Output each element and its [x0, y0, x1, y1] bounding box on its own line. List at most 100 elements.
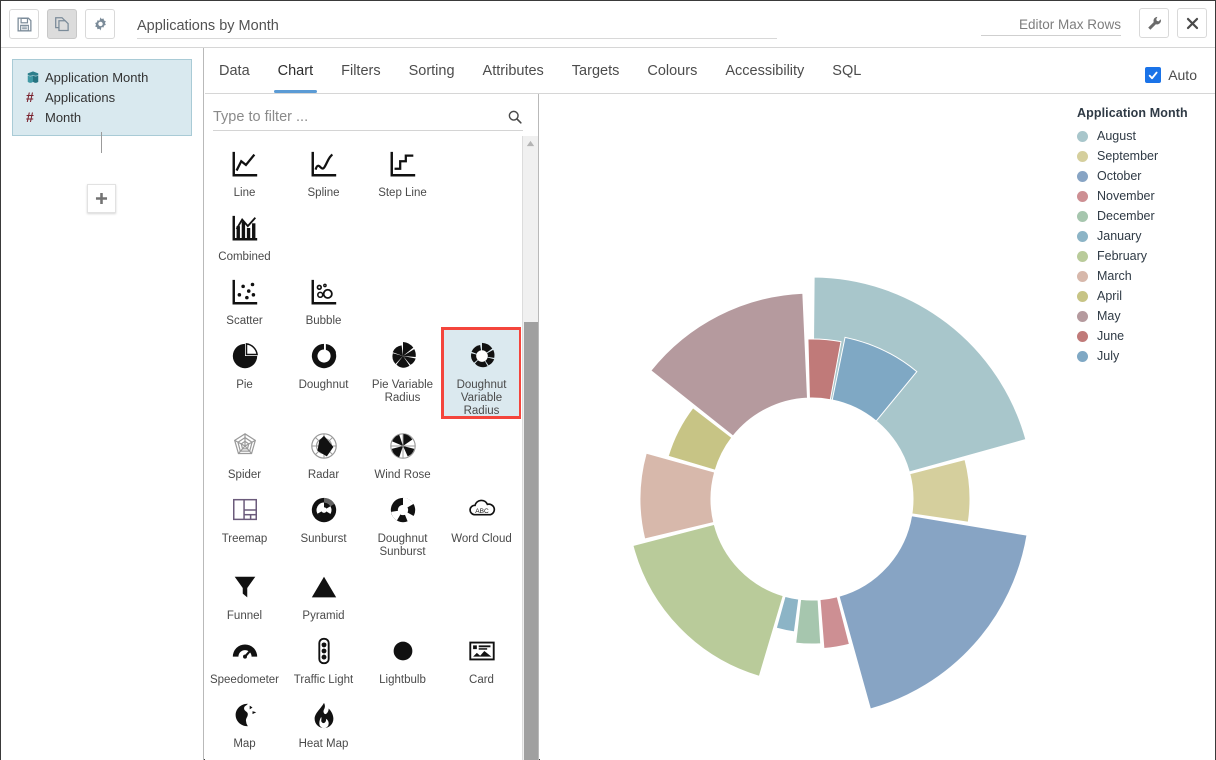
report-title-field[interactable]: Applications by Month [137, 9, 777, 39]
chart-type-pyramid[interactable]: Pyramid [284, 559, 363, 623]
settings-button[interactable] [85, 9, 115, 39]
scrollbar-thumb[interactable] [524, 322, 538, 760]
chart-type-label: Treemap [221, 533, 268, 545]
funnel-icon [230, 569, 260, 605]
tab-chart[interactable]: Chart [264, 48, 327, 93]
step-line-chart-icon [388, 146, 418, 182]
tab-data[interactable]: Data [205, 48, 264, 93]
auto-checkbox[interactable]: Auto [1145, 67, 1197, 83]
tab-colours[interactable]: Colours [633, 48, 711, 93]
chart-type-doughnut[interactable]: Doughnut [284, 328, 363, 418]
tab-accessibility[interactable]: Accessibility [711, 48, 818, 93]
legend-item-december[interactable]: December [1077, 206, 1209, 226]
chart-type-step-line[interactable]: Step Line [363, 136, 442, 200]
editor-max-rows-input[interactable]: Editor Max Rows [981, 10, 1121, 36]
legend-swatch-icon [1077, 270, 1088, 282]
doughnut-sunburst-icon [388, 492, 418, 528]
data-source-node[interactable]: Application Month # Applications # Month [12, 59, 192, 136]
legend-item-march[interactable]: March [1077, 266, 1209, 286]
chart-type-word-cloud[interactable]: ABC Word Cloud [442, 482, 521, 559]
chart-type-spline[interactable]: Spline [284, 136, 363, 200]
scroll-up-icon[interactable] [523, 136, 538, 151]
search-icon[interactable] [507, 109, 523, 125]
svg-text:ABC: ABC [475, 508, 489, 515]
chart-type-label: Funnel [226, 610, 263, 622]
chart-slice-october[interactable] [838, 515, 1028, 710]
chart-type-heat-map[interactable]: Heat Map [284, 687, 363, 751]
picker-scrollbar[interactable] [522, 136, 538, 760]
chart-type-bubble[interactable]: Bubble [284, 264, 363, 328]
source-tree-panel: Application Month # Applications # Month [1, 48, 204, 760]
auto-label: Auto [1168, 67, 1197, 83]
chart-type-map[interactable]: Map [205, 687, 284, 751]
close-button[interactable] [1177, 8, 1207, 38]
legend-item-august[interactable]: August [1077, 126, 1209, 146]
chart-type-label: Pie Variable Radius [371, 379, 434, 404]
tree-item-applications[interactable]: # Applications [13, 87, 191, 107]
chart-type-radar[interactable]: Radar [284, 418, 363, 482]
legend-item-november[interactable]: November [1077, 186, 1209, 206]
chart-type-wind-rose[interactable]: Wind Rose [363, 418, 442, 482]
chart-type-cell-empty [442, 559, 521, 569]
chart-slice-february[interactable] [632, 523, 784, 677]
legend-item-september[interactable]: September [1077, 146, 1209, 166]
legend-item-january[interactable]: January [1077, 226, 1209, 246]
chart-type-speedometer[interactable]: Speedometer [205, 623, 284, 687]
legend-item-may[interactable]: May [1077, 306, 1209, 326]
traffic-light-icon [309, 633, 339, 669]
chart-type-filter[interactable]: Type to filter ... [213, 103, 523, 131]
tree-item-month[interactable]: # Month [13, 107, 191, 127]
tab-label: Sorting [408, 62, 455, 79]
pyramid-icon [309, 569, 339, 605]
chart-slice-december[interactable] [795, 598, 822, 645]
chart-type-pie[interactable]: Pie [205, 328, 284, 418]
chart-type-doughnut-variable-radius[interactable]: Doughnut Variable Radius [441, 327, 521, 419]
chart-type-pie-variable-radius[interactable]: Pie Variable Radius [363, 328, 442, 418]
copy-button[interactable] [47, 9, 77, 39]
tab-targets[interactable]: Targets [558, 48, 634, 93]
chart-type-funnel[interactable]: Funnel [205, 559, 284, 623]
save-button[interactable] [9, 9, 39, 39]
legend-item-february[interactable]: February [1077, 246, 1209, 266]
chart-type-label: Bubble [305, 315, 342, 327]
close-icon [1186, 17, 1198, 29]
chart-type-cell-empty [442, 264, 521, 274]
chart-type-spider[interactable]: Spider [205, 418, 284, 482]
legend-item-october[interactable]: October [1077, 166, 1209, 186]
tab-filters[interactable]: Filters [327, 48, 394, 93]
chart-type-card[interactable]: Card [442, 623, 521, 687]
chart-type-label: Lightbulb [379, 674, 426, 686]
tree-item-application-month[interactable]: Application Month [13, 67, 191, 87]
chart-type-lightbulb[interactable]: Lightbulb [363, 623, 442, 687]
tab-sorting[interactable]: Sorting [395, 48, 469, 93]
doughnut-chart-icon [309, 338, 339, 374]
chart-slice-may[interactable] [650, 292, 809, 437]
chart-type-label: Traffic Light [293, 674, 354, 686]
legend-item-july[interactable]: July [1077, 346, 1209, 366]
chart-type-row: Pie Doughnut Pie Variable Radius Doughnut V… [205, 327, 521, 419]
chart-legend: Application Month August September October… [1077, 106, 1209, 366]
radar-chart-icon [309, 428, 339, 464]
chart-type-line[interactable]: Line [205, 136, 284, 200]
chart-type-sunburst[interactable]: Sunburst [284, 482, 363, 559]
chart-type-scatter[interactable]: Scatter [205, 264, 284, 328]
legend-label: June [1097, 329, 1125, 343]
legend-items: August September October November December Ja… [1077, 126, 1209, 366]
treemap-icon [230, 492, 260, 528]
tools-button[interactable] [1139, 8, 1169, 38]
chart-type-treemap[interactable]: Treemap [205, 482, 284, 559]
legend-item-april[interactable]: April [1077, 286, 1209, 306]
chart-type-doughnut-sunburst[interactable]: Doughnut Sunburst [363, 482, 442, 559]
tab-label: Data [219, 62, 250, 79]
add-source-button[interactable] [87, 184, 116, 213]
tab-attributes[interactable]: Attributes [469, 48, 558, 93]
chart-type-traffic-light[interactable]: Traffic Light [284, 623, 363, 687]
cube-icon [26, 70, 45, 84]
chart-type-cell-empty [363, 264, 442, 274]
chart-type-combined[interactable]: Combined [205, 200, 284, 264]
legend-item-june[interactable]: June [1077, 326, 1209, 346]
legend-label: February [1097, 249, 1148, 263]
copy-icon [55, 17, 69, 32]
chart-type-cell-empty [363, 559, 442, 569]
tab-sql[interactable]: SQL [818, 48, 875, 93]
